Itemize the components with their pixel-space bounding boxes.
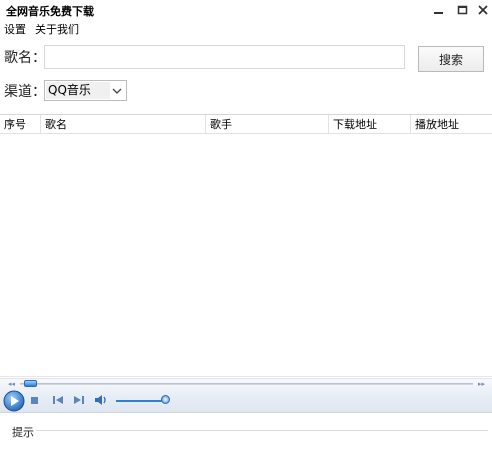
search-button[interactable]: 搜索 <box>418 46 484 72</box>
seek-bar[interactable] <box>20 383 473 385</box>
result-list[interactable]: 序号 歌名 歌手 下载地址 播放地址 <box>0 114 492 377</box>
hint-label: 提示 <box>12 426 34 439</box>
seek-forward-icon: ▸▸ <box>478 380 486 388</box>
list-header: 序号 歌名 歌手 下载地址 播放地址 <box>0 115 492 134</box>
column-header-play-url[interactable]: 播放地址 <box>410 115 492 134</box>
hint-divider <box>36 430 488 431</box>
play-icon[interactable] <box>3 390 25 415</box>
column-header-index[interactable]: 序号 <box>0 115 40 134</box>
song-name-label: 歌名： <box>4 50 46 66</box>
minimize-icon[interactable] <box>431 2 447 18</box>
volume-thumb[interactable] <box>161 395 170 404</box>
close-icon[interactable] <box>475 2 491 18</box>
maximize-icon[interactable] <box>455 2 471 18</box>
speaker-icon[interactable] <box>94 393 108 410</box>
stop-icon[interactable] <box>30 396 40 409</box>
hint-group: 提示 <box>0 414 492 450</box>
channel-label: 渠道： <box>4 84 46 100</box>
media-player: ◂◂ ▸▸ <box>0 378 492 413</box>
seek-thumb[interactable] <box>24 380 37 387</box>
song-name-input[interactable] <box>44 45 405 69</box>
volume-track[interactable] <box>116 400 166 402</box>
next-icon[interactable] <box>73 395 85 408</box>
column-header-singer[interactable]: 歌手 <box>205 115 328 134</box>
channel-select[interactable]: QQ音乐 <box>44 80 127 101</box>
menu-bar: 设置 关于我们 <box>0 20 492 38</box>
seek-rewind-icon: ◂◂ <box>8 380 16 388</box>
menu-about-us[interactable]: 关于我们 <box>35 21 79 37</box>
channel-selected-value: QQ音乐 <box>46 82 110 99</box>
column-header-download-url[interactable]: 下载地址 <box>328 115 410 134</box>
column-header-song[interactable]: 歌名 <box>40 115 205 134</box>
menu-settings[interactable]: 设置 <box>4 21 26 37</box>
previous-icon[interactable] <box>52 395 64 408</box>
window-title: 全网音乐免费下载 <box>6 5 94 18</box>
title-bar: 全网音乐免费下载 <box>0 0 492 20</box>
chevron-down-icon <box>110 83 124 99</box>
